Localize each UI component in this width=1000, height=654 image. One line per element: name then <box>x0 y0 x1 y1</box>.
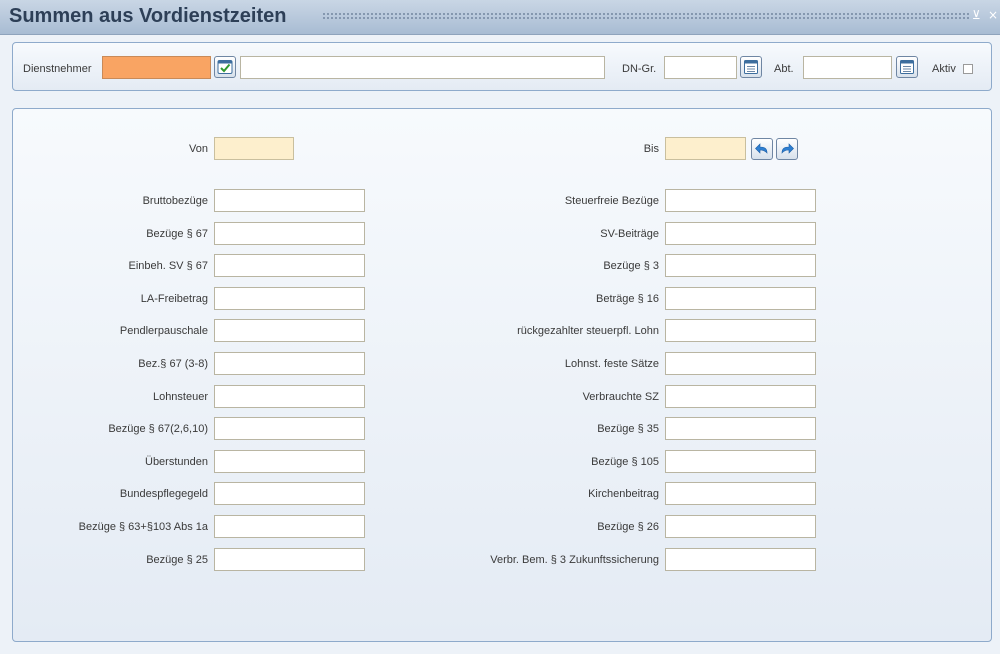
field-label-kirchenbeitrag: Kirchenbeitrag <box>588 488 659 500</box>
von-label: Von <box>189 143 208 155</box>
input-bezuege-25[interactable] <box>214 548 365 571</box>
input-ueberstunden[interactable] <box>214 450 365 473</box>
bis-label: Bis <box>643 143 659 155</box>
input-verbrauchte-sz[interactable] <box>665 385 816 408</box>
window-title: Summen aus Vordienstzeiten <box>9 5 287 27</box>
titlebar-pattern <box>322 12 970 21</box>
input-bundespflegegeld[interactable] <box>214 482 365 505</box>
aktiv-checkbox[interactable] <box>963 64 973 74</box>
input-bruttobezuege[interactable] <box>214 189 365 212</box>
input-bezuege-3[interactable] <box>665 254 816 277</box>
dienstnehmer-name-input[interactable] <box>240 56 605 79</box>
dienstnehmer-search-button[interactable] <box>214 56 236 78</box>
input-steuerfreie-bezuege[interactable] <box>665 189 816 212</box>
dngr-label: DN-Gr. <box>622 63 657 75</box>
dngr-lookup-button[interactable] <box>740 56 762 78</box>
field-label-bezuege-67: Bezüge § 67 <box>146 228 208 240</box>
aktiv-label: Aktiv <box>932 63 956 75</box>
arrow-forward-icon <box>781 143 794 154</box>
field-label-la-freibetrag: LA-Freibetrag <box>140 293 208 305</box>
dienstnehmer-label: Dienstnehmer <box>23 63 92 75</box>
field-label-bezuege-105: Bezüge § 105 <box>591 456 659 468</box>
input-zukunftssicherung[interactable] <box>665 548 816 571</box>
dienstnehmer-id-input[interactable] <box>102 56 211 79</box>
input-bezuege-63-103[interactable] <box>214 515 365 538</box>
list-lookup-icon <box>744 60 758 74</box>
input-bez-67-3-8[interactable] <box>214 352 365 375</box>
field-label-sv-beitraege: SV-Beiträge <box>600 228 659 240</box>
field-label-zukunftssicherung: Verbr. Bem. § 3 Zukunftssicherung <box>490 554 659 566</box>
von-date-input[interactable] <box>214 137 294 160</box>
field-label-einbeh-sv-67: Einbeh. SV § 67 <box>128 260 208 272</box>
header-panel: Dienstnehmer DN-Gr. Abt. Aktiv <box>12 42 992 91</box>
input-rueckgezahlter-lohn[interactable] <box>665 319 816 342</box>
abt-lookup-button[interactable] <box>896 56 918 78</box>
arrow-back-icon <box>755 143 768 154</box>
input-kirchenbeitrag[interactable] <box>665 482 816 505</box>
bis-date-input[interactable] <box>665 137 746 160</box>
input-bezuege-26[interactable] <box>665 515 816 538</box>
input-bezuege-67-2-6-10[interactable] <box>214 417 365 440</box>
input-lohnst-feste-saetze[interactable] <box>665 352 816 375</box>
minimize-icon[interactable]: ⊻ <box>972 8 981 22</box>
dngr-input[interactable] <box>664 56 737 79</box>
input-sv-beitraege[interactable] <box>665 222 816 245</box>
input-lohnsteuer[interactable] <box>214 385 365 408</box>
field-label-bez-67-3-8: Bez.§ 67 (3-8) <box>138 358 208 370</box>
field-label-verbrauchte-sz: Verbrauchte SZ <box>582 391 659 403</box>
input-bezuege-105[interactable] <box>665 450 816 473</box>
input-bezuege-67[interactable] <box>214 222 365 245</box>
field-label-steuerfreie-bezuege: Steuerfreie Bezüge <box>564 195 659 207</box>
field-label-bezuege-67-2-6-10: Bezüge § 67(2,6,10) <box>108 423 208 435</box>
field-label-lohnsteuer: Lohnsteuer <box>152 391 208 403</box>
input-bezuege-35[interactable] <box>665 417 816 440</box>
input-einbeh-sv-67[interactable] <box>214 254 365 277</box>
field-label-betraege-16: Beträge § 16 <box>596 293 659 305</box>
input-la-freibetrag[interactable] <box>214 287 365 310</box>
field-label-bezuege-63-103: Bezüge § 63+§103 Abs 1a <box>78 521 208 533</box>
next-period-button[interactable] <box>776 138 798 160</box>
field-label-lohnst-feste-saetze: Lohnst. feste Sätze <box>564 358 659 370</box>
field-label-bezuege-3: Bezüge § 3 <box>603 260 659 272</box>
check-search-icon <box>217 60 233 74</box>
field-label-ueberstunden: Überstunden <box>145 456 208 468</box>
prev-period-button[interactable] <box>751 138 773 160</box>
field-label-bruttobezuege: Bruttobezüge <box>142 195 208 207</box>
window-titlebar: Summen aus Vordienstzeiten ⊻ × <box>0 0 1000 35</box>
abt-input[interactable] <box>803 56 892 79</box>
input-pendlerpauschale[interactable] <box>214 319 365 342</box>
input-betraege-16[interactable] <box>665 287 816 310</box>
field-label-bezuege-25: Bezüge § 25 <box>146 554 208 566</box>
field-label-bezuege-26: Bezüge § 26 <box>597 521 659 533</box>
field-label-rueckgezahlter-lohn: rückgezahlter steuerpfl. Lohn <box>517 325 659 337</box>
main-panel: Von Bis Bruttobezüge Bezüge § 67 Einbeh.… <box>12 108 992 642</box>
abt-label: Abt. <box>774 63 794 75</box>
close-icon[interactable]: × <box>988 8 998 22</box>
field-label-bezuege-35: Bezüge § 35 <box>597 423 659 435</box>
field-label-pendlerpauschale: Pendlerpauschale <box>119 325 208 337</box>
list-lookup-icon <box>900 60 914 74</box>
field-label-bundespflegegeld: Bundespflegegeld <box>119 488 208 500</box>
